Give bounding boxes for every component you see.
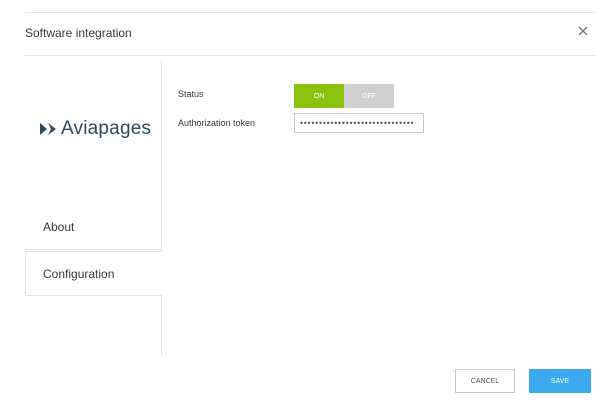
- integration-sidebar: Aviapages About Configuration: [25, 61, 162, 356]
- dialog-header: Software integration: [25, 13, 595, 56]
- authorization-token-label: Authorization token: [178, 118, 256, 128]
- logo-text: Aviapages: [61, 118, 152, 139]
- status-on-option[interactable]: ON: [294, 84, 344, 108]
- close-icon[interactable]: [575, 23, 591, 39]
- status-toggle[interactable]: ON OFF: [294, 84, 394, 108]
- sidebar-item-configuration[interactable]: Configuration: [25, 251, 162, 296]
- status-off-option[interactable]: OFF: [344, 84, 394, 108]
- aviapages-logo: Aviapages: [39, 117, 151, 141]
- save-button[interactable]: SAVE: [529, 369, 591, 393]
- sidebar-item-label: About: [43, 220, 75, 234]
- sidebar-item-about[interactable]: About: [25, 204, 161, 250]
- cancel-button[interactable]: CANCEL: [455, 369, 515, 393]
- sidebar-item-label: Configuration: [43, 267, 115, 281]
- software-integration-dialog: Software integration Aviapages About Con…: [0, 0, 603, 402]
- authorization-token-input[interactable]: [294, 113, 424, 133]
- aviapages-logo-icon: [40, 123, 56, 135]
- dialog-title: Software integration: [25, 26, 132, 40]
- status-label: Status: [178, 89, 204, 99]
